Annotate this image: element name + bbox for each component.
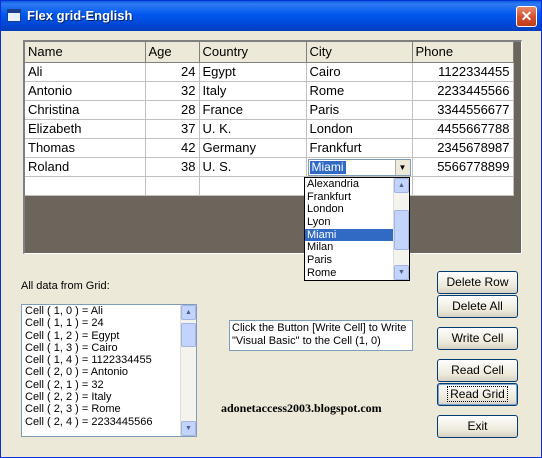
header-country[interactable]: Country [199,42,307,63]
cell-empty[interactable] [145,176,200,196]
window-title: Flex grid-English [27,8,133,23]
list-item[interactable]: Cell ( 1, 0 ) = Ali [22,305,196,317]
cell-country[interactable]: U. K. [199,119,307,139]
dropdown-option-selected[interactable]: Miami [305,228,394,242]
header-city[interactable]: City [306,42,413,63]
all-data-label: All data from Grid: [21,280,110,292]
header-age[interactable]: Age [145,42,200,63]
list-item[interactable]: Cell ( 1, 1 ) = 24 [22,317,196,329]
scroll-down-icon[interactable]: ▼ [181,421,196,436]
list-item[interactable]: Cell ( 2, 0 ) = Antonio [22,366,196,378]
cell-name[interactable]: Roland [25,157,146,177]
scroll-up-icon[interactable]: ▲ [181,305,196,320]
listbox-scrollbar[interactable]: ▲ ▼ [180,305,196,436]
header-phone[interactable]: Phone [412,42,514,63]
table-row: Ali 24 Egypt Cairo 1122334455 [25,62,514,82]
exit-button[interactable]: Exit [437,415,518,438]
scroll-down-icon[interactable]: ▼ [394,265,409,280]
main-window: Flex grid-English ✕ Name Age Country Cit… [0,0,542,458]
dropdown-option[interactable]: Rome [305,267,394,280]
cell-country[interactable]: U. S. [199,157,307,177]
cell-phone[interactable]: 1122334455 [412,62,514,82]
cell-name[interactable]: Thomas [25,138,146,158]
cell-name[interactable]: Christina [25,100,146,120]
dropdown-option[interactable]: Milan [305,241,394,254]
cell-empty[interactable] [412,176,514,196]
cell-name[interactable]: Elizabeth [25,119,146,139]
table-row-empty [25,176,514,196]
delete-all-button[interactable]: Delete All [437,295,518,318]
cell-name[interactable]: Ali [25,62,146,82]
table-row: Christina 28 France Paris 3344556677 [25,100,514,120]
cell-name[interactable]: Antonio [25,81,146,101]
read-cell-button[interactable]: Read Cell [437,359,518,382]
read-grid-button[interactable]: Read Grid [437,383,518,406]
blog-url: adonetaccess2003.blogspot.com [221,401,382,415]
dropdown-scrollbar[interactable]: ▲ ▼ [393,178,409,280]
cell-age[interactable]: 32 [145,81,200,101]
cell-city[interactable]: Paris [306,100,413,120]
list-item[interactable]: Cell ( 1, 3 ) = Cairo [22,342,196,354]
cell-phone[interactable]: 2345678987 [412,138,514,158]
dropdown-option[interactable]: London [305,203,394,216]
cell-age[interactable]: 28 [145,100,200,120]
grid-table: Name Age Country City Phone Ali 24 Egypt… [25,42,514,196]
close-icon[interactable]: ✕ [516,6,537,27]
cell-age[interactable]: 37 [145,119,200,139]
write-cell-button[interactable]: Write Cell [437,327,518,350]
cell-city-editing[interactable]: Miami ▼ [306,157,413,177]
cell-empty[interactable] [199,176,307,196]
title-bar[interactable]: Flex grid-English ✕ [1,1,541,31]
grid-data-listbox[interactable]: Cell ( 1, 0 ) = Ali Cell ( 1, 1 ) = 24 C… [21,304,197,437]
cell-country[interactable]: Italy [199,81,307,101]
cell-phone[interactable]: 2233445566 [412,81,514,101]
dropdown-option[interactable]: Frankfurt [305,191,394,204]
table-row: Roland 38 U. S. Miami ▼ 5566778899 [25,157,514,177]
cell-age[interactable]: 24 [145,62,200,82]
city-dropdown-list[interactable]: Alexandria Frankfurt London Lyon Miami M… [304,177,410,281]
cell-age[interactable]: 42 [145,138,200,158]
cell-country[interactable]: France [199,100,307,120]
cell-country[interactable]: Germany [199,138,307,158]
scroll-thumb[interactable] [181,323,196,347]
table-row: Thomas 42 Germany Frankfurt 2345678987 [25,138,514,158]
city-combobox-value[interactable]: Miami [309,160,346,174]
cell-country[interactable]: Egypt [199,62,307,82]
app-icon[interactable] [7,9,21,22]
list-item[interactable]: Cell ( 2, 2 ) = Italy [22,391,196,403]
cell-city[interactable]: London [306,119,413,139]
table-row: Elizabeth 37 U. K. London 4455667788 [25,119,514,139]
cell-phone[interactable]: 3344556677 [412,100,514,120]
list-item[interactable]: Cell ( 2, 3 ) = Rome [22,403,196,415]
city-combobox[interactable]: Miami ▼ [307,158,411,175]
cell-phone[interactable]: 4455667788 [412,119,514,139]
list-item[interactable]: Cell ( 2, 4 ) = 2233445566 [22,416,196,428]
dropdown-option[interactable]: Alexandria [305,178,394,191]
cell-city[interactable]: Frankfurt [306,138,413,158]
read-grid-label: Read Grid [447,386,508,402]
flex-grid[interactable]: Name Age Country City Phone Ali 24 Egypt… [23,40,522,254]
header-name[interactable]: Name [25,42,146,63]
chevron-down-icon[interactable]: ▼ [394,159,410,175]
grid-header-row: Name Age Country City Phone [25,42,514,63]
dropdown-option[interactable]: Paris [305,254,394,267]
cell-city[interactable]: Rome [306,81,413,101]
dropdown-option[interactable]: Lyon [305,216,394,229]
list-item[interactable]: Cell ( 1, 2 ) = Egypt [22,330,196,342]
cell-phone[interactable]: 5566778899 [412,157,514,177]
cell-city[interactable]: Cairo [306,62,413,82]
scroll-up-icon[interactable]: ▲ [394,178,409,193]
cell-age[interactable]: 38 [145,157,200,177]
cell-empty[interactable] [25,176,146,196]
list-item[interactable]: Cell ( 2, 1 ) = 32 [22,379,196,391]
list-item[interactable]: Cell ( 1, 4 ) = 1122334455 [22,354,196,366]
delete-row-button[interactable]: Delete Row [437,271,518,294]
table-row: Antonio 32 Italy Rome 2233445566 [25,81,514,101]
info-textbox[interactable]: Click the Button [Write Cell] to Write "… [229,320,413,351]
scroll-thumb[interactable] [394,210,409,250]
